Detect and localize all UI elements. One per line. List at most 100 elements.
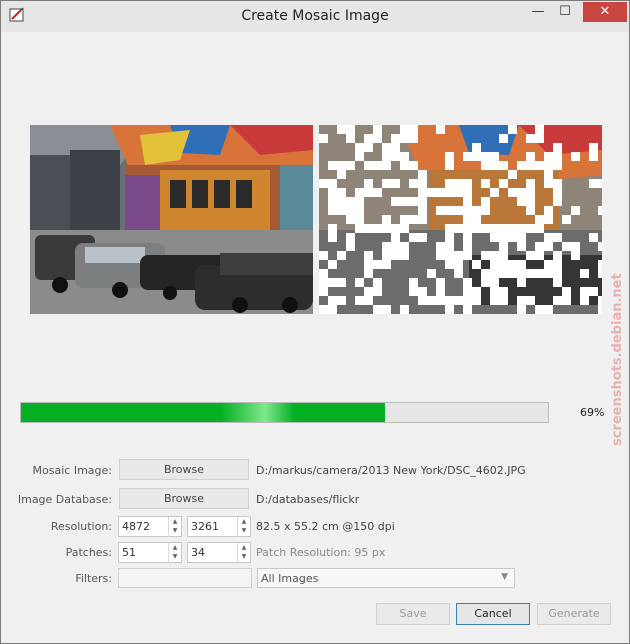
- watermark: screenshots.debian.net: [610, 273, 625, 446]
- mosaic-tile: [553, 260, 562, 269]
- mosaic-tile: [544, 269, 553, 278]
- mosaic-tile: [517, 305, 526, 314]
- mosaic-tile: [328, 296, 337, 305]
- mosaic-tile: [418, 287, 427, 296]
- mosaic-tile: [526, 206, 535, 215]
- mosaic-tile: [436, 125, 445, 134]
- spin-arrows-icon[interactable]: ▲ ▼: [237, 543, 250, 562]
- mosaic-tile: [319, 305, 328, 314]
- dialog-content: 69% Mosaic Image: Browse D:/markus/camer…: [9, 32, 621, 635]
- mosaic-tile: [436, 206, 445, 215]
- patches-y-value: 34: [191, 546, 205, 559]
- source-image-preview: [30, 125, 313, 314]
- mosaic-tile: [346, 161, 355, 170]
- cancel-button[interactable]: Cancel: [456, 603, 530, 625]
- mosaic-tile: [463, 251, 472, 260]
- mosaic-tile: [445, 179, 454, 188]
- mosaic-tile: [544, 242, 553, 251]
- mosaic-tile: [562, 287, 571, 296]
- mosaic-tile: [355, 143, 364, 152]
- mosaic-tile: [544, 215, 553, 224]
- mosaic-tile: [508, 260, 517, 269]
- mosaic-tile: [553, 197, 562, 206]
- spin-arrows-icon[interactable]: ▲ ▼: [168, 517, 181, 536]
- mosaic-tile: [418, 296, 427, 305]
- mosaic-tile: [535, 269, 544, 278]
- mosaic-tile: [436, 251, 445, 260]
- mosaic-tile: [355, 206, 364, 215]
- mosaic-tile: [499, 269, 508, 278]
- mosaic-tile: [445, 260, 454, 269]
- mosaic-tile: [580, 296, 589, 305]
- image-database-path: D:/databases/flickr: [256, 493, 360, 506]
- mosaic-tile: [553, 161, 562, 170]
- mosaic-tile: [463, 287, 472, 296]
- mosaic-tile: [481, 251, 490, 260]
- mosaic-tile: [517, 296, 526, 305]
- mosaic-tile: [508, 125, 517, 134]
- mosaic-tile: [418, 206, 427, 215]
- resolution-height-value: 3261: [191, 520, 219, 533]
- mosaic-tile: [589, 152, 598, 161]
- mosaic-tile: [391, 197, 400, 206]
- spin-arrows-icon[interactable]: ▲ ▼: [237, 517, 250, 536]
- patches-y-spinbox[interactable]: 34 ▲ ▼: [187, 542, 251, 563]
- mosaic-image-label: Mosaic Image:: [32, 464, 112, 477]
- mosaic-tile: [364, 179, 373, 188]
- mosaic-tile: [544, 233, 553, 242]
- mosaic-tile: [517, 188, 526, 197]
- mosaic-tile: [463, 224, 472, 233]
- mosaic-tile: [589, 233, 598, 242]
- mosaic-tile: [499, 233, 508, 242]
- mosaic-tile: [472, 287, 481, 296]
- mosaic-tile: [535, 125, 544, 134]
- generate-button[interactable]: Generate: [537, 603, 611, 625]
- mosaic-tile: [355, 188, 364, 197]
- image-database-browse-button[interactable]: Browse: [119, 488, 249, 509]
- mosaic-tile: [463, 242, 472, 251]
- maximize-button[interactable]: ☐: [554, 2, 576, 22]
- image-database-label: Image Database:: [17, 493, 112, 506]
- mosaic-tile: [499, 134, 508, 143]
- mosaic-tile: [364, 251, 373, 260]
- minimize-button[interactable]: —: [527, 2, 549, 22]
- mosaic-tile: [319, 134, 328, 143]
- mosaic-tile: [481, 224, 490, 233]
- mosaic-tile: [544, 206, 553, 215]
- mosaic-tile: [346, 242, 355, 251]
- mosaic-tile: [535, 305, 544, 314]
- mosaic-tile: [508, 170, 517, 179]
- mosaic-tile: [346, 215, 355, 224]
- resolution-width-spinbox[interactable]: 4872 ▲ ▼: [118, 516, 182, 537]
- resolution-height-spinbox[interactable]: 3261 ▲ ▼: [187, 516, 251, 537]
- filters-select[interactable]: All Images ▼: [257, 568, 515, 588]
- mosaic-tile: [391, 224, 400, 233]
- mosaic-tile: [481, 152, 490, 161]
- close-button[interactable]: ✕: [583, 2, 627, 22]
- mosaic-tile: [517, 278, 526, 287]
- mosaic-tile: [364, 287, 373, 296]
- mosaic-image-browse-button[interactable]: Browse: [119, 459, 249, 480]
- mosaic-tile: [328, 305, 337, 314]
- mosaic-tile: [391, 143, 400, 152]
- mosaic-tile: [544, 305, 553, 314]
- mosaic-tile: [328, 233, 337, 242]
- mosaic-tile: [436, 287, 445, 296]
- mosaic-tile: [535, 215, 544, 224]
- mosaic-tile: [400, 134, 409, 143]
- mosaic-tile: [445, 305, 454, 314]
- spin-arrows-icon[interactable]: ▲ ▼: [168, 543, 181, 562]
- mosaic-tile: [553, 143, 562, 152]
- mosaic-tile: [544, 179, 553, 188]
- patches-x-spinbox[interactable]: 51 ▲ ▼: [118, 542, 182, 563]
- mosaic-tile: [400, 161, 409, 170]
- mosaic-tile: [382, 242, 391, 251]
- mosaic-tile: [589, 179, 598, 188]
- mosaic-tile: [472, 143, 481, 152]
- mosaic-tile: [436, 188, 445, 197]
- mosaic-tile: [427, 188, 436, 197]
- mosaic-tile: [364, 260, 373, 269]
- save-button[interactable]: Save: [376, 603, 450, 625]
- mosaic-tile: [409, 134, 418, 143]
- filters-input[interactable]: [118, 568, 252, 588]
